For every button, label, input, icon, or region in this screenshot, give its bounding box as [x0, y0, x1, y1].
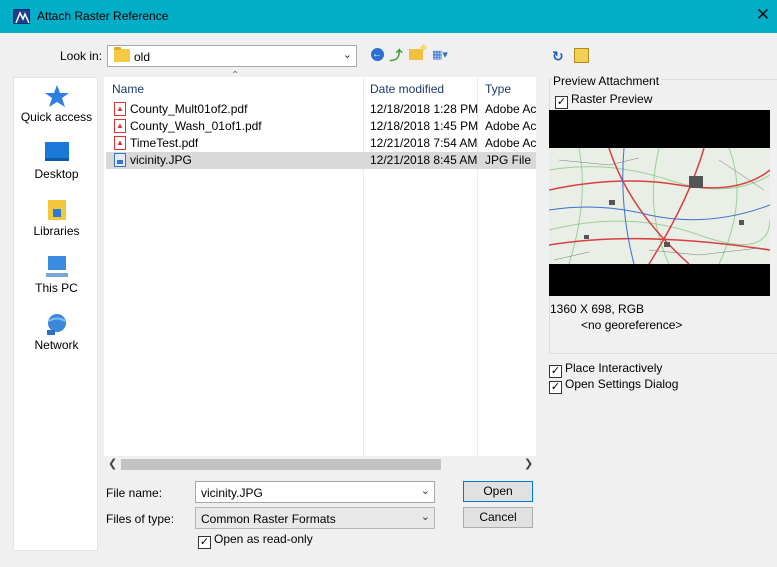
- file-name: TimeTest.pdf: [130, 136, 199, 150]
- column-type[interactable]: Type: [485, 77, 511, 101]
- checkbox-checked-icon[interactable]: ✓: [549, 381, 562, 394]
- place-quick-access[interactable]: Quick access: [14, 84, 99, 124]
- place-desktop[interactable]: Desktop: [14, 141, 99, 181]
- folder-icon: [114, 47, 130, 62]
- preview-title: Preview Attachment: [551, 74, 662, 88]
- star-icon: [44, 84, 70, 107]
- desktop-icon: [44, 141, 70, 163]
- lookin-combo[interactable]: old ⌄: [107, 45, 357, 67]
- up-arrow-icon: ⤴: [389, 47, 403, 63]
- raster-preview-image: [549, 110, 770, 296]
- up-folder-button[interactable]: ⤴: [388, 46, 404, 63]
- file-date: 12/21/2018 7:54 AM: [370, 136, 478, 150]
- open-readonly-label: Open as read-only: [214, 532, 313, 546]
- open-readonly-checkbox[interactable]: ✓ Open as read-only: [198, 532, 313, 549]
- window-title: Attach Raster Reference: [37, 9, 169, 23]
- file-row[interactable]: ▲ TimeTest.pdf 12/21/2018 7:54 AM Adobe …: [106, 135, 536, 152]
- file-type: Adobe Ac: [485, 136, 536, 150]
- close-icon[interactable]: ✕: [755, 6, 771, 24]
- new-folder-button[interactable]: [408, 46, 424, 62]
- libraries-icon: [44, 198, 70, 220]
- filename-input[interactable]: vicinity.JPG ⌄: [195, 481, 435, 503]
- pdf-icon: ▲: [114, 102, 126, 116]
- raster-dimensions: 1360 X 698, RGB: [550, 302, 645, 316]
- chevron-down-icon[interactable]: ⌄: [421, 484, 430, 497]
- pdf-icon: ▲: [114, 119, 126, 133]
- back-button[interactable]: ←: [369, 46, 385, 62]
- place-interactively-checkbox[interactable]: ✓ Place Interactively: [549, 361, 662, 378]
- column-name[interactable]: Name: [112, 77, 144, 101]
- open-settings-label: Open Settings Dialog: [565, 377, 679, 391]
- place-label: Desktop: [34, 167, 79, 181]
- cancel-button[interactable]: Cancel: [463, 507, 533, 528]
- new-folder-icon: [409, 48, 423, 60]
- file-date: 12/18/2018 1:45 PM: [370, 119, 479, 133]
- filetype-label: Files of type:: [106, 512, 175, 526]
- open-settings-checkbox[interactable]: ✓ Open Settings Dialog: [549, 377, 678, 394]
- place-label: This PC: [35, 281, 78, 295]
- chevron-down-icon[interactable]: ⌄: [421, 510, 430, 523]
- horizontal-scrollbar[interactable]: ❮ ❯: [104, 456, 536, 473]
- place-libraries[interactable]: Libraries: [14, 198, 99, 238]
- view-grid-icon: ▦▾: [432, 48, 448, 61]
- place-label: Libraries: [33, 224, 80, 238]
- pdf-icon: ▲: [114, 136, 126, 150]
- lookin-value: old: [134, 50, 151, 64]
- filename-label: File name:: [106, 486, 163, 500]
- raster-preview-checkbox[interactable]: ✓ Raster Preview: [555, 92, 652, 109]
- georeference-status: <no georeference>: [581, 318, 683, 332]
- lookin-label: Look in:: [60, 49, 103, 63]
- file-name: vicinity.JPG: [130, 153, 192, 167]
- file-name: County_Wash_01of1.pdf: [130, 119, 262, 133]
- checkbox-checked-icon[interactable]: ✓: [198, 536, 211, 549]
- file-type: JPG File: [485, 153, 532, 167]
- file-date: 12/21/2018 8:45 AM: [370, 153, 478, 167]
- scrollbar-thumb[interactable]: [121, 459, 441, 470]
- computer-icon: [44, 255, 70, 277]
- filetype-select[interactable]: Common Raster Formats ⌄: [195, 507, 435, 529]
- refresh-preview-icon[interactable]: ↻: [552, 48, 569, 64]
- back-arrow-icon: ←: [370, 47, 384, 61]
- view-menu-button[interactable]: ▦▾: [429, 46, 451, 62]
- file-date: 12/18/2018 1:28 PM: [370, 102, 479, 116]
- filename-value: vicinity.JPG: [201, 486, 263, 500]
- scroll-left-icon[interactable]: ❮: [108, 457, 117, 470]
- scroll-right-icon[interactable]: ❯: [524, 457, 533, 470]
- app-icon: [13, 9, 30, 24]
- chevron-down-icon[interactable]: ⌄: [343, 48, 352, 61]
- filetype-value: Common Raster Formats: [201, 512, 336, 526]
- file-list[interactable]: ⌃ Name Date modified Type ▲ County_Mult0…: [104, 70, 536, 473]
- file-type: Adobe Ac: [485, 119, 536, 133]
- file-type: Adobe Ac: [485, 102, 536, 116]
- file-row[interactable]: ▲ County_Mult01of2.pdf 12/18/2018 1:28 P…: [106, 101, 536, 118]
- file-row[interactable]: ▲ County_Wash_01of1.pdf 12/18/2018 1:45 …: [106, 118, 536, 135]
- raster-preview-label: Raster Preview: [571, 92, 653, 106]
- place-this-pc[interactable]: This PC: [14, 255, 99, 295]
- places-bar: Quick access Desktop Libraries This PC N…: [13, 77, 98, 551]
- open-button[interactable]: Open: [463, 481, 533, 502]
- network-icon: [44, 312, 70, 335]
- column-date-modified[interactable]: Date modified: [370, 77, 444, 101]
- sort-ascending-icon: ⌃: [231, 70, 240, 81]
- place-network[interactable]: Network: [14, 312, 99, 352]
- place-label: Quick access: [20, 110, 93, 124]
- folder-preview-icon[interactable]: [574, 48, 589, 63]
- file-row-selected[interactable]: vicinity.JPG 12/21/2018 8:45 AM JPG File: [106, 152, 536, 169]
- place-label: Network: [34, 338, 79, 352]
- place-interactively-label: Place Interactively: [565, 361, 663, 375]
- checkbox-checked-icon[interactable]: ✓: [555, 96, 568, 109]
- file-name: County_Mult01of2.pdf: [130, 102, 248, 116]
- title-bar: Attach Raster Reference ✕: [0, 0, 777, 33]
- image-file-icon: [114, 153, 126, 167]
